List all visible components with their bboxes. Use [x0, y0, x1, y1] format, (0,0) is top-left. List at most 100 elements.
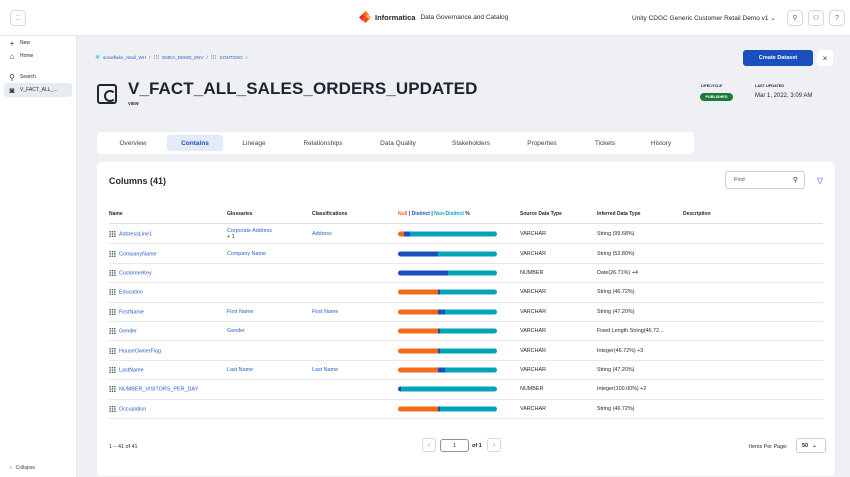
header-name[interactable]: Name: [109, 211, 123, 217]
page-title: V_FACT_ALL_SALES_ORDERS_UPDATED: [128, 79, 478, 98]
items-per-page-select[interactable]: 50 ⌄: [796, 438, 826, 453]
profile-bar: [398, 231, 497, 237]
classification-link[interactable]: First Name: [312, 309, 338, 315]
header-description[interactable]: Description: [683, 211, 711, 217]
glossary-link[interactable]: Company Name: [227, 251, 266, 257]
breadcrumb-item[interactable]: CONTOSO: [220, 55, 243, 60]
prev-page-button[interactable]: ‹: [422, 438, 436, 452]
classification-link[interactable]: Address: [312, 231, 332, 237]
table-row[interactable]: LastName Last Name Last Name VARCHAR String …: [109, 361, 823, 381]
column-name-link[interactable]: AddressLine1: [109, 230, 152, 238]
nav-home[interactable]: ⌂ Home: [8, 51, 34, 61]
column-name-link[interactable]: Occupation: [109, 405, 146, 413]
table-row[interactable]: Occupation VARCHAR String (46.72%): [109, 400, 823, 419]
header-classifications[interactable]: Classifications: [312, 211, 347, 217]
items-per-page-label: Items Per Page:: [749, 444, 788, 450]
search-icon: ⚲: [792, 177, 798, 184]
page-input[interactable]: 1: [440, 439, 469, 452]
filter-icon[interactable]: ▽: [813, 172, 827, 188]
asset-type: VIEW: [128, 101, 139, 106]
breadcrumb-item[interactable]: snowflake_retail_WH: [103, 55, 146, 60]
grid-icon[interactable]: ⁚⁚: [10, 10, 26, 26]
left-nav: + New ⌂ Home ⚲ Search ◙ V_FACT_ALL_... ‹…: [0, 36, 77, 477]
org-selector[interactable]: Unity CDGC Generic Customer Retail Demo …: [632, 14, 776, 22]
table-row[interactable]: CompanyName Company Name VARCHAR String (52…: [109, 244, 823, 264]
nondistinct-segment: [439, 328, 497, 334]
column-icon: [109, 269, 116, 277]
profile-bar: [398, 367, 497, 373]
column-name-link[interactable]: NUMBER_VISITORS_PER_DAY: [109, 385, 198, 393]
top-bar: ⁚⁚ Informatica Data Governance and Catal…: [0, 0, 850, 36]
glossary-link[interactable]: First Name: [227, 309, 253, 315]
glossary-link[interactable]: Last Name: [227, 367, 253, 373]
tab-relationships[interactable]: Relationships: [293, 135, 353, 151]
user-icon[interactable]: ⚇: [808, 10, 824, 26]
inferred-data-type: String (46.72%): [597, 289, 635, 296]
table-row[interactable]: FirstName First Name First Name VARCHAR Stri…: [109, 303, 823, 322]
nav-search[interactable]: ⚲ Search: [8, 73, 36, 82]
status-badge: PUBLISHED: [700, 93, 733, 101]
tab-bar: Overview Contains Lineage Relationships …: [97, 132, 694, 154]
find-placeholder: Find: [734, 177, 745, 183]
header-null-distinct[interactable]: Null | Distinct | Non-Distinct %: [398, 211, 470, 217]
column-icon: [109, 250, 116, 258]
glossary-link[interactable]: Corporate Address + 1: [227, 228, 272, 240]
last-updated-value: Mar 1, 2022, 3:09 AM: [755, 93, 813, 99]
classification-link[interactable]: Last Name: [312, 367, 338, 373]
column-name-link[interactable]: CompanyName: [109, 250, 156, 258]
tab-properties[interactable]: Properties: [515, 135, 569, 151]
plus-icon: +: [9, 38, 15, 48]
nondistinct-segment: [439, 289, 497, 295]
column-name-link[interactable]: FirstName: [109, 308, 144, 316]
tab-contains[interactable]: Contains: [167, 135, 223, 151]
table-row[interactable]: NUMBER_VISITORS_PER_DAY NUMBER Integer(100…: [109, 380, 823, 400]
create-dataset-button[interactable]: Create Dataset: [743, 50, 813, 66]
column-name-link[interactable]: HouseOwnerFlag: [109, 347, 161, 355]
tab-history[interactable]: History: [637, 135, 685, 151]
nav-new[interactable]: + New: [8, 38, 30, 48]
column-name-link[interactable]: Gender: [109, 327, 137, 335]
glossary-link[interactable]: Gender: [227, 328, 245, 334]
distinct-segment: [398, 251, 438, 257]
inferred-data-type: Integer(46.72%) +3: [597, 347, 644, 354]
column-icon: [109, 327, 116, 335]
nondistinct-segment: [444, 367, 497, 373]
null-segment: [398, 367, 438, 373]
source-data-type: VARCHAR: [520, 405, 546, 412]
table-row[interactable]: HouseOwnerFlag VARCHAR Integer(46.72%) +3: [109, 341, 823, 361]
null-segment: [398, 309, 438, 315]
tab-data-quality[interactable]: Data Quality: [369, 135, 427, 151]
column-name-link[interactable]: CustomerKey: [109, 269, 152, 277]
help-icon[interactable]: ?: [829, 10, 845, 26]
nondistinct-segment: [444, 309, 497, 315]
tab-stakeholders[interactable]: Stakeholders: [441, 135, 501, 151]
pin-icon[interactable]: ⚲: [787, 10, 803, 26]
table-row[interactable]: Gender Gender VARCHAR Fixed Length String(4…: [109, 322, 823, 342]
brand-name: Informatica: [375, 12, 416, 22]
tab-tickets[interactable]: Tickets: [583, 135, 627, 151]
tab-lineage[interactable]: Lineage: [229, 135, 279, 151]
header-inferred-type[interactable]: Inferred Data Type: [597, 211, 641, 217]
columns-card: Columns (41) Find ⚲ ▽ Name Glossaries Cl…: [97, 162, 835, 476]
nav-active-asset[interactable]: ◙ V_FACT_ALL_...: [4, 83, 72, 97]
items-per-page-value: 50: [802, 442, 809, 449]
header-glossaries[interactable]: Glossaries: [227, 211, 253, 217]
header-source-type[interactable]: Source Data Type: [520, 211, 562, 217]
table-row[interactable]: CustomerKey NUMBER Date(26.71%) +4: [109, 264, 823, 284]
home-icon: ⌂: [9, 51, 15, 61]
table-row[interactable]: Education VARCHAR String (46.72%): [109, 283, 823, 303]
next-page-button[interactable]: ›: [487, 438, 501, 452]
chevron-left-icon: ‹: [10, 465, 12, 471]
tab-overview[interactable]: Overview: [107, 135, 159, 151]
null-segment: [398, 348, 438, 354]
find-input[interactable]: Find ⚲: [725, 171, 805, 189]
collapse-label: Collapse: [15, 465, 36, 471]
column-name-link[interactable]: LastName: [109, 366, 144, 374]
close-icon[interactable]: ×: [817, 50, 833, 66]
table-row[interactable]: AddressLine1 Corporate Address + 1 Address V…: [109, 225, 823, 245]
breadcrumb-item[interactable]: EMEA_DEMO_ENV: [162, 55, 203, 60]
lifecycle-label: LIFECYCLE: [701, 84, 723, 88]
collapse-button[interactable]: ‹ Collapse: [10, 465, 35, 471]
profile-bar: [398, 289, 497, 295]
column-name-link[interactable]: Education: [109, 288, 143, 296]
